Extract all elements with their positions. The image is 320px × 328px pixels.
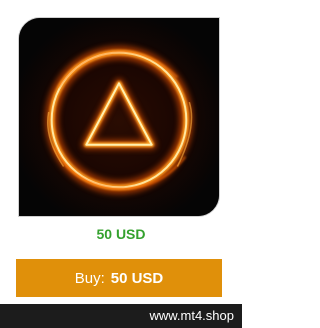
footer-bar: www.mt4.shop [0, 304, 242, 328]
fire-ring-triangle-icon [19, 18, 219, 216]
site-url[interactable]: www.mt4.shop [149, 304, 234, 328]
product-price: 50 USD [96, 226, 146, 242]
product-card: 50 USD Buy: 50 USD www.mt4.shop [0, 0, 242, 328]
product-image[interactable] [18, 17, 220, 217]
buy-button[interactable]: Buy: 50 USD [16, 259, 222, 297]
buy-button-label: Buy: [74, 269, 105, 287]
buy-button-amount: 50 USD [110, 269, 164, 287]
